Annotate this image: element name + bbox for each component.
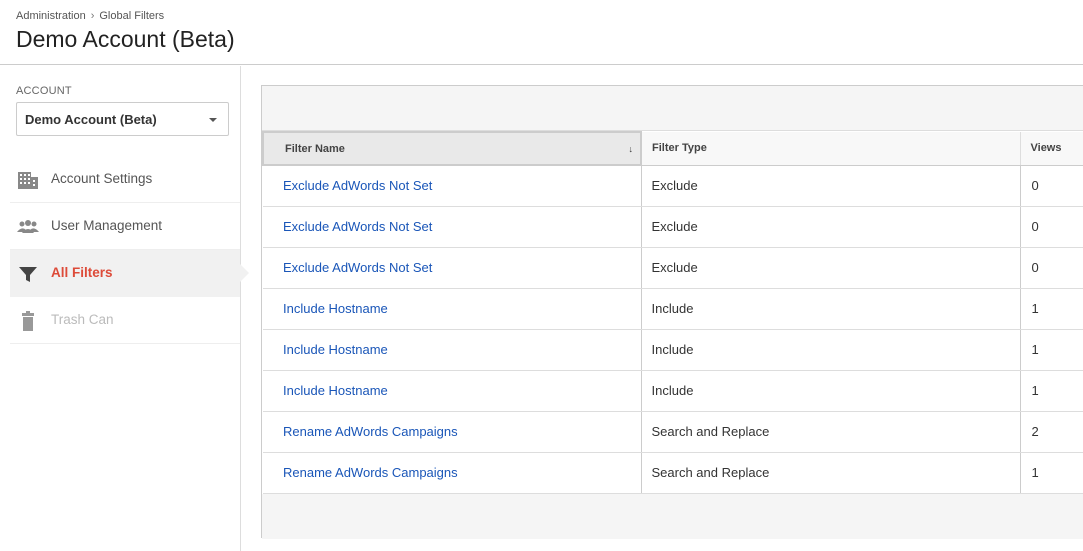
filter-type-cell: Include [641, 329, 1021, 371]
filter-type-cell: Exclude [641, 165, 1021, 207]
table-row: Rename AdWords Campaigns Search and Repl… [263, 411, 1083, 453]
column-header-label: Filter Type [652, 142, 707, 155]
users-icon [17, 216, 39, 238]
filter-name-link[interactable]: Rename AdWords Campaigns [263, 411, 642, 453]
column-header-filter-type[interactable]: Filter Type [641, 132, 1021, 166]
sidebar-item-label: User Management [51, 218, 163, 233]
table-row: Include Hostname Include 1 [263, 370, 1083, 412]
filter-name-link[interactable]: Include Hostname [263, 370, 642, 412]
breadcrumb-separator: › [90, 10, 95, 22]
filter-type-cell: Exclude [641, 206, 1021, 248]
filters-table-panel: Filter Name ↓ Filter Type Views Exclude … [261, 85, 1083, 539]
table-header-row: Filter Name ↓ Filter Type Views [262, 131, 1083, 166]
views-cell: 0 [1020, 247, 1083, 289]
filter-type-cell: Include [641, 288, 1021, 330]
filter-name-link[interactable]: Include Hostname [263, 329, 642, 371]
views-cell: 0 [1020, 165, 1083, 207]
column-header-label: Views [1030, 142, 1062, 155]
views-cell: 1 [1020, 370, 1083, 412]
page-header: Administration › Global Filters Demo Accou… [0, 0, 1083, 65]
sort-arrow-icon: ↓ [628, 144, 634, 154]
table-toolbar [262, 86, 1083, 131]
breadcrumb: Administration › Global Filters [16, 10, 164, 22]
filter-name-link[interactable]: Exclude AdWords Not Set [263, 206, 642, 248]
building-icon [17, 169, 39, 191]
sidebar-item-label: Trash Can [51, 312, 114, 327]
sidebar-item-user-management[interactable]: User Management [10, 203, 240, 250]
sidebar-item-trash-can[interactable]: Trash Can [10, 297, 240, 344]
filter-type-cell: Exclude [641, 247, 1021, 289]
views-cell: 0 [1020, 206, 1083, 248]
filter-name-link[interactable]: Exclude AdWords Not Set [263, 247, 642, 289]
views-cell: 1 [1020, 452, 1083, 494]
chevron-down-icon [209, 118, 217, 122]
filter-name-link[interactable]: Include Hostname [263, 288, 642, 330]
filter-type-cell: Search and Replace [641, 411, 1021, 453]
table-row: Exclude AdWords Not Set Exclude 0 [263, 206, 1083, 248]
sidebar-item-all-filters[interactable]: All Filters [10, 250, 249, 297]
sidebar-item-label: Account Settings [51, 171, 153, 186]
column-header-label: Filter Name [285, 142, 345, 155]
table-row: Include Hostname Include 1 [263, 329, 1083, 371]
page-title: Demo Account (Beta) [16, 26, 235, 52]
account-select[interactable]: Demo Account (Beta) [16, 102, 229, 136]
sidebar: ACCOUNT Demo Account (Beta) Account Sett… [0, 66, 249, 551]
table-row: Exclude AdWords Not Set Exclude 0 [263, 247, 1083, 289]
sidebar-item-label: All Filters [51, 265, 113, 280]
account-label: ACCOUNT [16, 85, 72, 97]
filter-type-cell: Include [641, 370, 1021, 412]
sidebar-nav: Account Settings User Management All Fil… [10, 156, 249, 344]
filter-icon [17, 263, 39, 285]
views-cell: 1 [1020, 288, 1083, 330]
views-cell: 2 [1020, 411, 1083, 453]
filter-name-link[interactable]: Exclude AdWords Not Set [263, 165, 642, 207]
table-footer [262, 493, 1083, 539]
table-row: Exclude AdWords Not Set Exclude 0 [263, 165, 1083, 207]
breadcrumb-administration[interactable]: Administration [16, 10, 86, 22]
column-header-filter-name[interactable]: Filter Name ↓ [262, 131, 642, 166]
trash-icon [17, 310, 39, 332]
views-cell: 1 [1020, 329, 1083, 371]
filters-table: Filter Name ↓ Filter Type Views Exclude … [262, 131, 1083, 494]
table-row: Rename AdWords Campaigns Search and Repl… [263, 452, 1083, 494]
table-row: Include Hostname Include 1 [263, 288, 1083, 330]
filter-type-cell: Search and Replace [641, 452, 1021, 494]
account-select-value: Demo Account (Beta) [25, 112, 157, 127]
breadcrumb-global-filters: Global Filters [99, 10, 165, 22]
sidebar-item-account-settings[interactable]: Account Settings [10, 156, 240, 203]
filter-name-link[interactable]: Rename AdWords Campaigns [263, 452, 642, 494]
column-header-views[interactable]: Views [1020, 132, 1083, 166]
